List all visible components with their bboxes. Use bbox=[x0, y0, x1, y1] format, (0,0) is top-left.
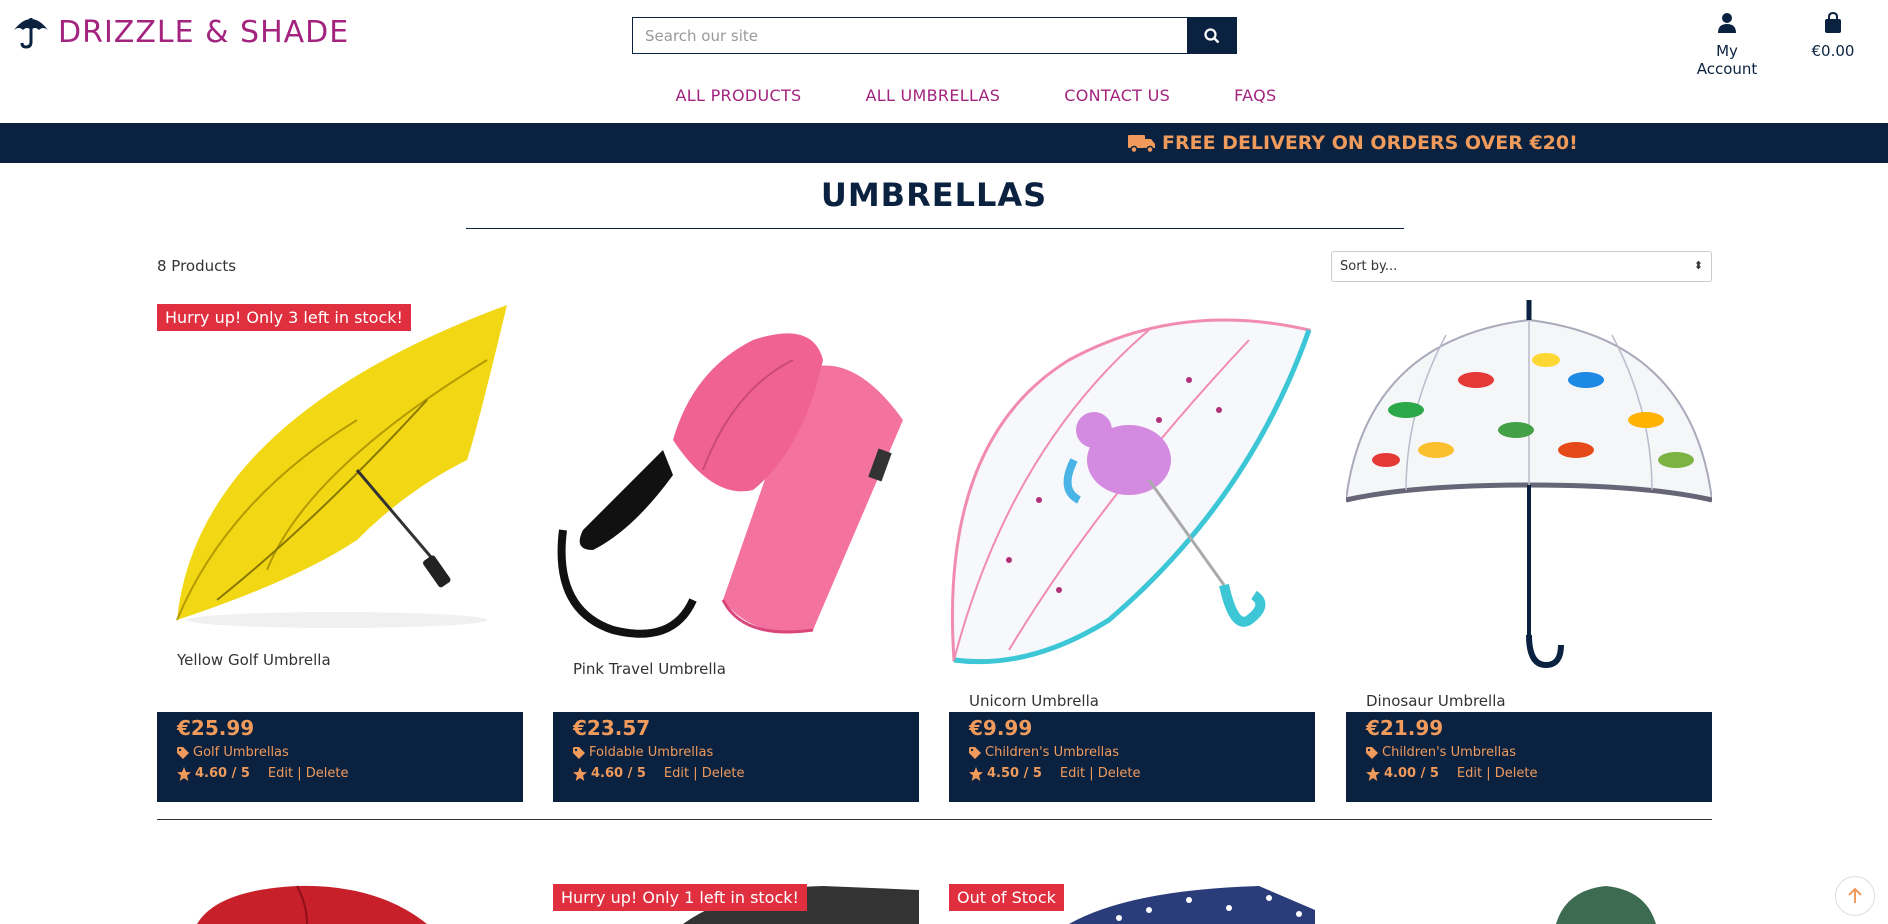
product-name[interactable]: Unicorn Umbrella bbox=[969, 692, 1099, 710]
shopping-bag-link[interactable]: €0.00 bbox=[1808, 11, 1858, 60]
link-separator: | bbox=[693, 766, 698, 781]
nav-all-umbrellas[interactable]: ALL UMBRELLAS bbox=[865, 86, 1000, 105]
product-info-panel: €23.57 Foldable Umbrellas 4.60 / 5 Edit … bbox=[553, 712, 919, 802]
title-divider bbox=[466, 228, 1404, 229]
star-icon bbox=[969, 766, 983, 781]
delete-link[interactable]: Delete bbox=[1098, 766, 1141, 781]
edit-link[interactable]: Edit bbox=[1060, 766, 1085, 781]
tag-icon bbox=[573, 746, 585, 759]
search-button[interactable] bbox=[1187, 17, 1237, 54]
product-count: 8 Products bbox=[157, 257, 237, 275]
product-price: €25.99 bbox=[177, 716, 255, 740]
sort-select[interactable]: Sort by... ⬍ bbox=[1331, 251, 1712, 282]
star-icon bbox=[1366, 766, 1380, 781]
product-info-panel: €21.99 Children's Umbrellas 4.00 / 5 Edi… bbox=[1346, 712, 1712, 802]
sort-select-value: Sort by... bbox=[1340, 259, 1398, 274]
delete-link[interactable]: Delete bbox=[702, 766, 745, 781]
my-account-label: My Account bbox=[1696, 42, 1758, 78]
category-label: Golf Umbrellas bbox=[193, 745, 289, 760]
row-divider bbox=[157, 819, 1712, 820]
link-separator: | bbox=[1486, 766, 1491, 781]
tag-icon bbox=[177, 746, 189, 759]
brand-name: DRIZZLE & SHADE bbox=[58, 14, 350, 50]
brand-logo[interactable]: DRIZZLE & SHADE bbox=[12, 14, 349, 50]
product-info-panel: €25.99 Golf Umbrellas 4.60 / 5 Edit | De… bbox=[157, 712, 523, 802]
star-icon bbox=[177, 766, 191, 781]
category-label: Children's Umbrellas bbox=[1382, 745, 1517, 760]
delivery-banner: FREE DELIVERY ON ORDERS OVER €20! bbox=[0, 123, 1888, 163]
search-input[interactable] bbox=[632, 17, 1187, 54]
stock-badge: Hurry up! Only 3 left in stock! bbox=[157, 304, 411, 331]
edit-link[interactable]: Edit bbox=[1457, 766, 1482, 781]
stock-badge: Out of Stock bbox=[949, 884, 1064, 911]
my-account-link[interactable]: My Account bbox=[1684, 12, 1770, 78]
product-category[interactable]: Golf Umbrellas bbox=[177, 745, 503, 760]
arrow-up-icon bbox=[1848, 888, 1862, 903]
product-price: €9.99 bbox=[969, 716, 1033, 740]
rating-value: 4.60 / 5 bbox=[591, 766, 646, 781]
shopping-bag-icon bbox=[1825, 11, 1841, 33]
product-category[interactable]: Foldable Umbrellas bbox=[573, 745, 899, 760]
product-category[interactable]: Children's Umbrellas bbox=[969, 745, 1295, 760]
product-rating-row: 4.00 / 5 Edit | Delete bbox=[1366, 766, 1692, 781]
product-category[interactable]: Children's Umbrellas bbox=[1366, 745, 1692, 760]
product-price: €23.57 bbox=[573, 716, 651, 740]
product-name[interactable]: Dinosaur Umbrella bbox=[1366, 692, 1506, 710]
main-nav: ALL PRODUCTS ALL UMBRELLAS CONTACT US FA… bbox=[0, 86, 1888, 105]
product-rating-row: 4.60 / 5 Edit | Delete bbox=[573, 766, 899, 781]
category-label: Foldable Umbrellas bbox=[589, 745, 714, 760]
nav-contact-us[interactable]: CONTACT US bbox=[1064, 86, 1170, 105]
edit-link[interactable]: Edit bbox=[268, 766, 293, 781]
rating-value: 4.50 / 5 bbox=[987, 766, 1042, 781]
link-separator: | bbox=[297, 766, 302, 781]
umbrella-logo-icon bbox=[14, 18, 48, 49]
product-name[interactable]: Pink Travel Umbrella bbox=[573, 660, 726, 678]
select-arrows-icon: ⬍ bbox=[1693, 259, 1703, 272]
product-image-yellow-umbrella[interactable] bbox=[157, 300, 523, 670]
user-icon bbox=[1718, 13, 1736, 33]
edit-link[interactable]: Edit bbox=[664, 766, 689, 781]
stock-badge: Hurry up! Only 1 left in stock! bbox=[553, 884, 807, 911]
bag-total: €0.00 bbox=[1811, 42, 1855, 60]
product-image-unicorn-umbrella[interactable] bbox=[949, 300, 1315, 670]
page-title: UMBRELLAS bbox=[820, 176, 1048, 214]
truck-icon bbox=[1128, 135, 1155, 153]
banner-text: FREE DELIVERY ON ORDERS OVER €20! bbox=[1162, 132, 1578, 154]
tag-icon bbox=[1366, 746, 1378, 759]
product-image-dinosaur-umbrella[interactable] bbox=[1346, 300, 1712, 670]
delete-link[interactable]: Delete bbox=[306, 766, 349, 781]
product-rating-row: 4.50 / 5 Edit | Delete bbox=[969, 766, 1295, 781]
product-info-panel: €9.99 Children's Umbrellas 4.50 / 5 Edit… bbox=[949, 712, 1315, 802]
product-name[interactable]: Yellow Golf Umbrella bbox=[177, 651, 331, 669]
category-label: Children's Umbrellas bbox=[985, 745, 1120, 760]
star-icon bbox=[573, 766, 587, 781]
tag-icon bbox=[969, 746, 981, 759]
search-icon bbox=[1204, 27, 1220, 43]
delete-link[interactable]: Delete bbox=[1495, 766, 1538, 781]
nav-all-products[interactable]: ALL PRODUCTS bbox=[676, 86, 802, 105]
product-image-green-umbrella[interactable] bbox=[1346, 880, 1712, 924]
product-rating-row: 4.60 / 5 Edit | Delete bbox=[177, 766, 503, 781]
product-price: €21.99 bbox=[1366, 716, 1444, 740]
search-bar bbox=[632, 17, 1237, 54]
scroll-to-top-button[interactable] bbox=[1835, 876, 1875, 916]
rating-value: 4.60 / 5 bbox=[195, 766, 250, 781]
link-separator: | bbox=[1089, 766, 1094, 781]
product-image-red-umbrella[interactable] bbox=[157, 880, 523, 924]
product-image-pink-umbrella[interactable] bbox=[553, 300, 919, 670]
rating-value: 4.00 / 5 bbox=[1384, 766, 1439, 781]
nav-faqs[interactable]: FAQS bbox=[1234, 86, 1276, 105]
